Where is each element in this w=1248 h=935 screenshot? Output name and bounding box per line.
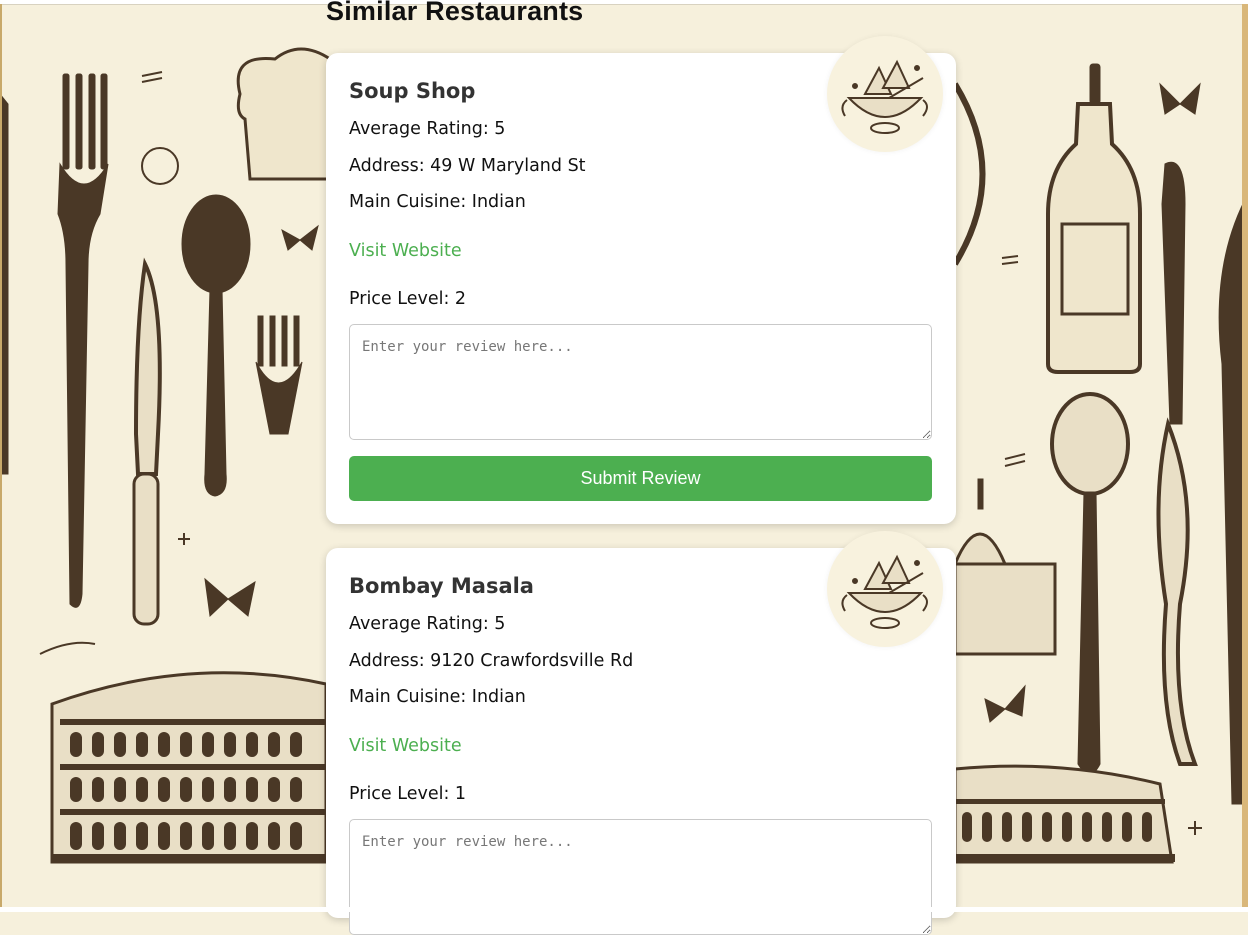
restaurant-image xyxy=(827,36,943,152)
review-input[interactable] xyxy=(349,324,932,440)
price-level: Price Level: 2 xyxy=(349,289,467,309)
browser-bottom-edge xyxy=(0,907,1248,912)
indian-food-illustration-icon xyxy=(841,59,928,134)
main-cuisine: Main Cuisine: Indian xyxy=(349,192,526,212)
page-title: Similar Restaurants xyxy=(326,0,584,26)
price-level: Price Level: 1 xyxy=(349,784,467,804)
restaurant-name: Bombay Masala xyxy=(349,574,534,598)
review-input[interactable] xyxy=(349,819,932,935)
restaurant-address: Address: 49 W Maryland St xyxy=(349,156,586,176)
average-rating: Average Rating: 5 xyxy=(349,119,506,139)
main-cuisine: Main Cuisine: Indian xyxy=(349,687,526,707)
submit-review-button[interactable]: Submit Review xyxy=(349,456,932,501)
restaurant-image xyxy=(827,531,943,647)
restaurant-name: Soup Shop xyxy=(349,79,476,103)
average-rating: Average Rating: 5 xyxy=(349,614,506,634)
left-page-edge xyxy=(0,4,2,910)
visit-website-link[interactable]: Visit Website xyxy=(349,736,462,756)
visit-website-link[interactable]: Visit Website xyxy=(349,241,462,261)
right-page-edge xyxy=(1242,4,1248,910)
restaurant-address: Address: 9120 Crawfordsville Rd xyxy=(349,651,634,671)
indian-food-illustration-icon xyxy=(841,554,928,629)
